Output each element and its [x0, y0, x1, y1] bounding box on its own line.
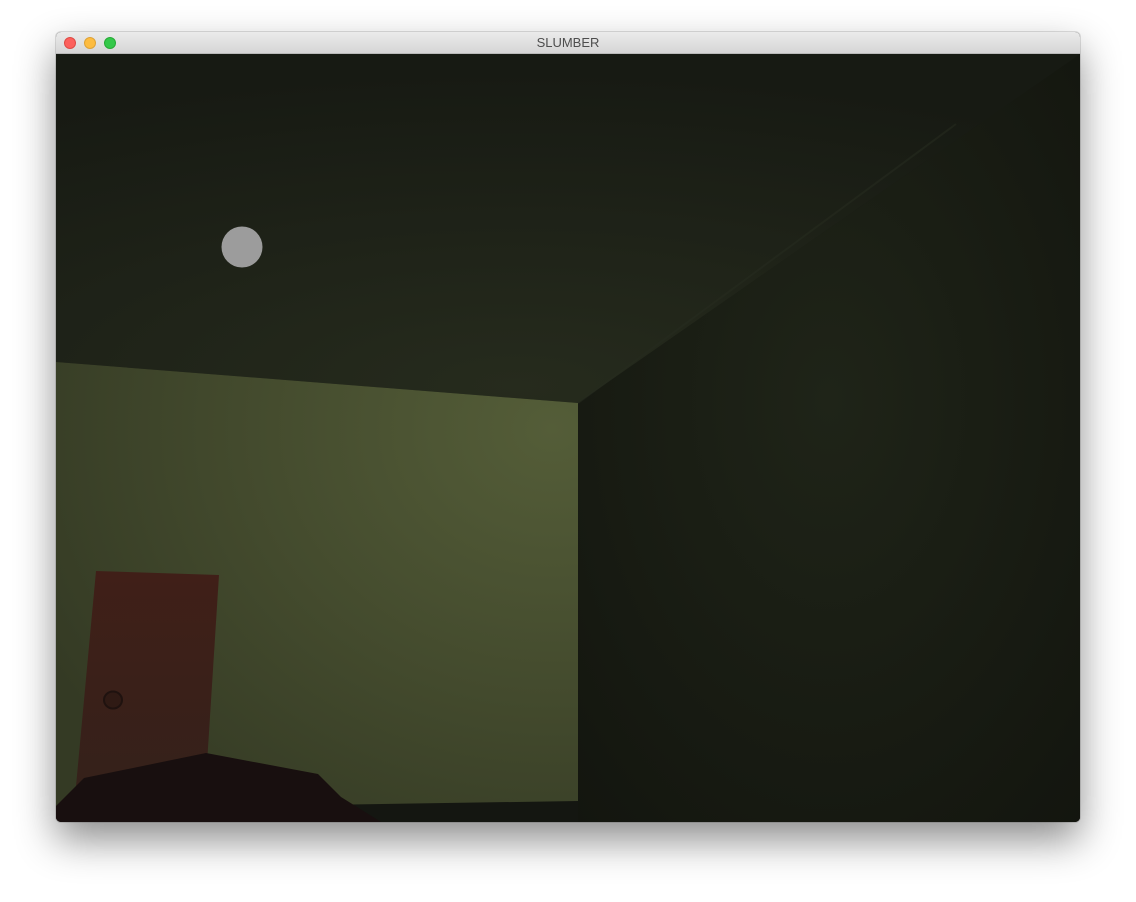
door[interactable]	[76, 571, 219, 786]
title-bar[interactable]: SLUMBER	[56, 32, 1080, 54]
window-title: SLUMBER	[536, 35, 600, 50]
game-viewport[interactable]	[56, 54, 1080, 822]
door-knob[interactable]	[103, 690, 123, 710]
moon-light[interactable]	[221, 226, 263, 268]
scene-canvas	[56, 54, 1080, 822]
game-window: SLUMBER	[56, 32, 1080, 822]
